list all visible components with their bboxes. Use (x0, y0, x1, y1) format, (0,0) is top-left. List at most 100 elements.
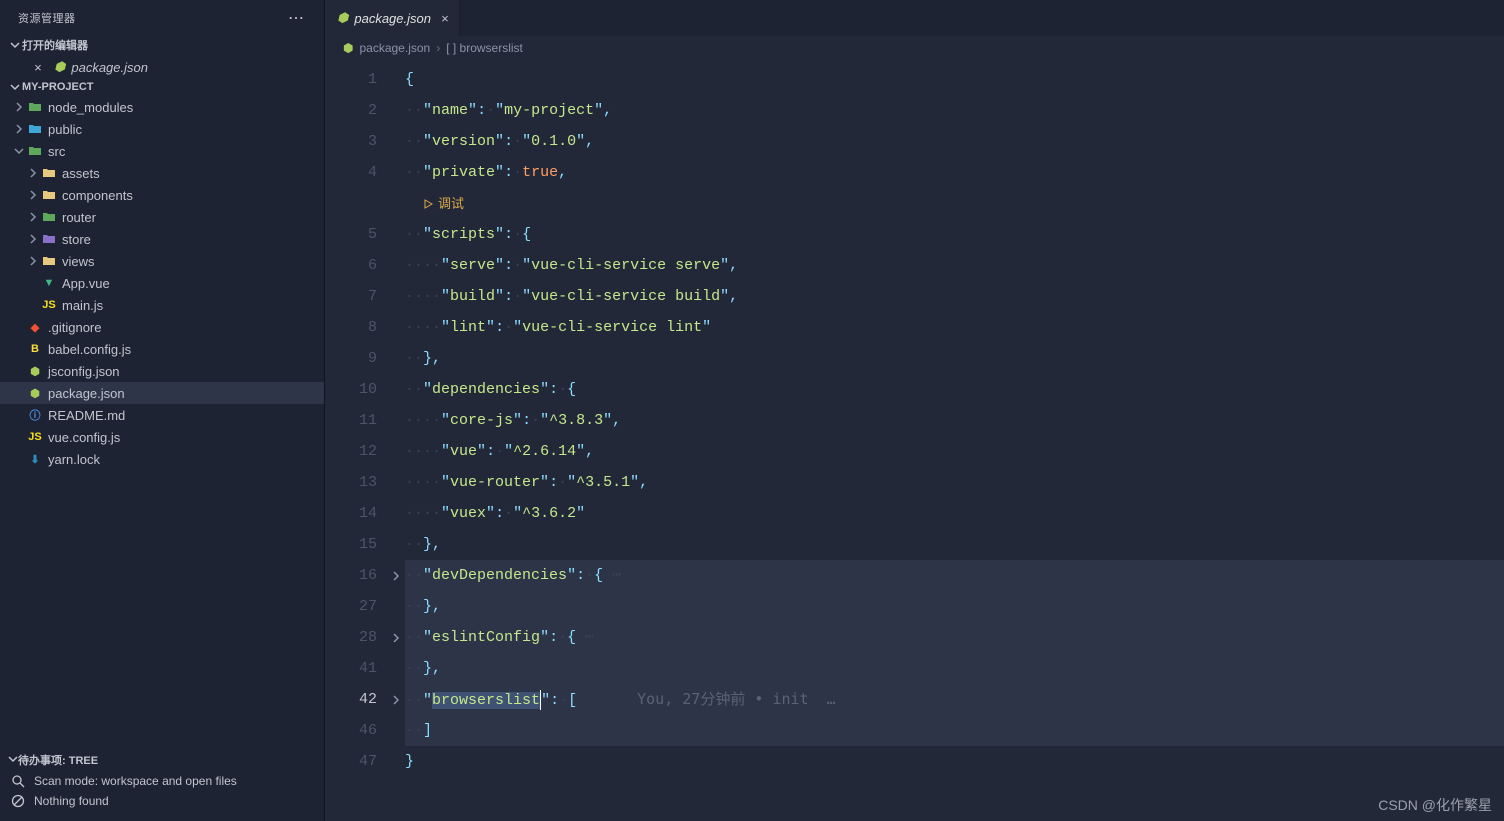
fold-cell (387, 281, 405, 312)
tree-item[interactable]: components (0, 184, 324, 206)
folder-icon (40, 254, 58, 268)
code-line[interactable]: ··"devDependencies":·{ ⋯ (405, 560, 1504, 591)
code-line[interactable]: ··"dependencies":·{ (405, 374, 1504, 405)
file-tree: node_modulespublicsrcassets components rou… (0, 96, 324, 743)
code-line[interactable]: ··"scripts":·{ (405, 219, 1504, 250)
breadcrumb[interactable]: ⬢ package.json › [ ] browserslist (325, 36, 1504, 60)
json-icon: ⬢ (337, 10, 348, 26)
fold-cell (387, 95, 405, 126)
open-editor-item[interactable]: × ⬢ package.json (0, 56, 324, 78)
tree-item[interactable]: public (0, 118, 324, 140)
chevron-down-icon (8, 754, 18, 767)
code-line[interactable]: } (405, 746, 1504, 777)
explorer-more-icon[interactable]: ⋯ (288, 8, 312, 28)
search-icon (8, 774, 28, 788)
chevron-right-icon[interactable] (26, 168, 40, 178)
scan-mode-label: Scan mode: workspace and open files (34, 774, 237, 788)
tree-item[interactable]: ◆.gitignore (0, 316, 324, 338)
tree-item[interactable]: assets (0, 162, 324, 184)
line-number: 41 (325, 653, 387, 684)
chevron-right-icon[interactable] (26, 256, 40, 266)
code-line[interactable]: ··"browserslist":·[You, 27分钟前 • init … (405, 684, 1504, 715)
explorer-header: 资源管理器 ⋯ (0, 0, 324, 34)
scan-mode-row[interactable]: Scan mode: workspace and open files (0, 771, 324, 791)
empty-icon (8, 794, 28, 808)
chevron-right-icon[interactable] (12, 124, 26, 134)
git-blame-annotation: You, 27分钟前 • init … (637, 690, 836, 708)
code-line[interactable]: ··}, (405, 591, 1504, 622)
chevron-right-icon: › (436, 41, 440, 55)
tab-label: package.json (354, 11, 431, 26)
fold-cell (387, 250, 405, 281)
nothing-found-row: Nothing found (0, 791, 324, 811)
tree-item-label: babel.config.js (48, 342, 131, 357)
tree-item[interactable]: ⬇ yarn.lock (0, 448, 324, 470)
chevron-right-icon[interactable] (26, 190, 40, 200)
fold-cell[interactable] (387, 684, 405, 715)
tree-item-label: .gitignore (48, 320, 101, 335)
chevron-right-icon[interactable] (12, 102, 26, 112)
fold-cell[interactable] (387, 622, 405, 653)
close-icon[interactable]: × (34, 60, 50, 75)
chevron-down-icon[interactable] (12, 146, 26, 156)
tree-item[interactable]: store (0, 228, 324, 250)
code-line[interactable]: ····"vuex":·"^3.6.2" (405, 498, 1504, 529)
folder-icon (26, 144, 44, 158)
tree-item[interactable]: JSmain.js (0, 294, 324, 316)
code-line[interactable]: ··}, (405, 343, 1504, 374)
close-icon[interactable]: × (441, 11, 449, 26)
tab-bar: ⬢ package.json × (325, 0, 1504, 36)
tree-item[interactable]: ⬢jsconfig.json (0, 360, 324, 382)
code-line[interactable]: ··"private":·true, (405, 157, 1504, 188)
tab-package-json[interactable]: ⬢ package.json × (325, 0, 460, 36)
code-line[interactable]: ····"build":·"vue-cli-service build", (405, 281, 1504, 312)
fold-cell (387, 312, 405, 343)
line-number: 14 (325, 498, 387, 529)
code-line[interactable]: 调试 (405, 188, 1504, 219)
tree-item[interactable]: JSvue.config.js (0, 426, 324, 448)
code-line[interactable]: ····"lint":·"vue-cli-service lint" (405, 312, 1504, 343)
tree-item-label: store (62, 232, 91, 247)
tree-item[interactable]: ▼App.vue (0, 272, 324, 294)
tree-item-label: jsconfig.json (48, 364, 120, 379)
chevron-right-icon[interactable] (26, 234, 40, 244)
code-line[interactable]: ··}, (405, 529, 1504, 560)
tree-item[interactable]: src (0, 140, 324, 162)
tree-item-label: package.json (48, 386, 125, 401)
tree-item[interactable]: views (0, 250, 324, 272)
file-icon: ⬇ (26, 453, 44, 466)
open-editors-section[interactable]: 打开的编辑器 (0, 34, 324, 56)
tree-item-label: yarn.lock (48, 452, 100, 467)
tree-item[interactable]: ⓘREADME.md (0, 404, 324, 426)
tree-item[interactable]: node_modules (0, 96, 324, 118)
nothing-found-label: Nothing found (34, 794, 109, 808)
file-icon: B (26, 343, 44, 355)
tree-item[interactable]: Bbabel.config.js (0, 338, 324, 360)
code-line[interactable]: { (405, 64, 1504, 95)
tree-item-label: components (62, 188, 133, 203)
fold-cell[interactable] (387, 560, 405, 591)
todo-section[interactable]: 待办事项: TREE (0, 749, 324, 771)
line-number: 16 (325, 560, 387, 591)
tree-item[interactable]: router (0, 206, 324, 228)
code-line[interactable]: ····"vue":·"^2.6.14", (405, 436, 1504, 467)
code-line[interactable]: ··"version":·"0.1.0", (405, 126, 1504, 157)
folder-icon (26, 100, 44, 114)
tree-item[interactable]: ⬢package.json (0, 382, 324, 404)
project-section[interactable]: MY-PROJECT (0, 78, 324, 96)
fold-cell (387, 591, 405, 622)
project-label: MY-PROJECT (22, 81, 94, 93)
editor[interactable]: 12345678910111213141516272841424647 {··"… (325, 60, 1504, 821)
code-line[interactable]: ··}, (405, 653, 1504, 684)
chevron-right-icon[interactable] (26, 212, 40, 222)
code-area[interactable]: {··"name":·"my-project",··"version":·"0.… (405, 60, 1504, 821)
code-line[interactable]: ····"core-js":·"^3.8.3", (405, 405, 1504, 436)
code-line[interactable]: ····"vue-router":·"^3.5.1", (405, 467, 1504, 498)
debug-codelens[interactable]: 调试 (423, 188, 464, 219)
fold-cell (387, 715, 405, 746)
code-line[interactable]: ··"eslintConfig":·{ ⋯ (405, 622, 1504, 653)
code-line[interactable]: ··"name":·"my-project", (405, 95, 1504, 126)
file-icon: ⓘ (26, 407, 44, 423)
code-line[interactable]: ··] (405, 715, 1504, 746)
code-line[interactable]: ····"serve":·"vue-cli-service serve", (405, 250, 1504, 281)
